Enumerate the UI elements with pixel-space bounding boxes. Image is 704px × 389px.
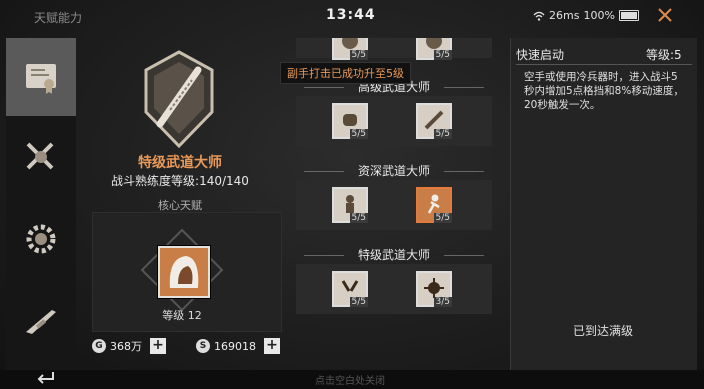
close-icon	[658, 8, 672, 22]
skill-level: 5/5	[433, 129, 452, 139]
skill-slot[interactable]: 5/5	[332, 38, 368, 60]
silver-currency: S 169018 +	[196, 336, 280, 356]
divider	[516, 64, 692, 65]
rank-emblem-icon	[144, 50, 214, 148]
fighter-icon	[346, 195, 354, 213]
back-arrow-icon	[37, 372, 54, 384]
hood-icon	[169, 256, 199, 288]
tab-weapon[interactable]	[6, 282, 76, 360]
wifi-icon	[533, 11, 545, 21]
skill-level: 5/5	[349, 50, 368, 60]
tier-row	[296, 38, 492, 58]
silver-coin-icon: S	[196, 339, 210, 353]
skill-slot[interactable]: 5/5	[416, 38, 452, 60]
gold-coin-icon: G	[92, 339, 106, 353]
skill-slot[interactable]: 5/5	[332, 103, 368, 139]
skill-description: 空手或使用冷兵器时，进入战斗5秒内增加5点格挡和8%移动速度，20秒触发一次。	[524, 71, 684, 111]
skill-level: 5/5	[349, 213, 368, 223]
skill-slot[interactable]: 5/5	[332, 271, 368, 307]
rifle-icon	[26, 310, 56, 334]
skill-slot[interactable]: 3/5	[416, 271, 452, 307]
core-talent-button[interactable]	[158, 246, 210, 298]
skill-level: 5/5	[349, 297, 368, 307]
skill-slot[interactable]: 5/5	[416, 103, 452, 139]
sprinter-icon	[427, 194, 440, 214]
spiked-mace-icon	[424, 278, 444, 298]
skill-level: 3/5	[433, 297, 452, 307]
tier-row	[296, 180, 492, 230]
network-latency: 26ms	[549, 9, 580, 22]
skill-slot-selected[interactable]: 5/5	[416, 187, 452, 223]
upgrade-toast: 副手打击已成功升至5级	[280, 62, 411, 84]
clock: 13:44	[326, 7, 376, 23]
skill-level: 5/5	[349, 129, 368, 139]
tier-row	[296, 264, 492, 314]
nunchaku-icon	[341, 280, 359, 292]
mastery-level: 战斗熟练度等级:140/140	[111, 174, 249, 188]
tab-gear[interactable]	[6, 200, 76, 278]
add-silver-button[interactable]: +	[264, 338, 280, 354]
add-gold-button[interactable]: +	[150, 338, 166, 354]
max-level-status: 已到达满级	[572, 324, 633, 338]
window-title: 天赋能力	[34, 11, 83, 25]
back-button[interactable]	[30, 369, 60, 389]
core-talent-label: 核心天赋	[158, 199, 202, 212]
gear-shield-icon	[26, 224, 56, 254]
tier-heading: 特级武道大师	[296, 246, 492, 264]
top-bar: 天赋能力 13:44 26ms 100%	[0, 0, 704, 32]
rank-name: 特级武道大师	[138, 155, 222, 171]
tier-heading: 资深武道大师	[296, 162, 492, 180]
close-button[interactable]	[654, 5, 676, 27]
skill-title: 快速启动	[516, 48, 565, 62]
fist-icon	[343, 114, 357, 126]
tier-row	[296, 96, 492, 146]
gold-currency: G 368万 +	[92, 336, 166, 356]
gold-amount: 368万	[110, 340, 142, 353]
blade-icon	[424, 110, 444, 130]
battery-icon	[618, 10, 639, 21]
status-area: 26ms 100%	[533, 9, 639, 22]
skill-slot[interactable]: 5/5	[332, 187, 368, 223]
category-tabs	[6, 38, 76, 370]
certificate-icon	[26, 64, 56, 94]
skill-level-label: 等级:5	[646, 48, 682, 62]
tab-combat[interactable]	[6, 118, 76, 196]
tab-certificate[interactable]	[6, 38, 76, 116]
battery-percent: 100%	[583, 9, 615, 22]
crossed-swords-icon	[26, 142, 54, 170]
silver-amount: 169018	[214, 339, 256, 353]
core-talent-level: 等级 12	[162, 309, 202, 322]
close-hint[interactable]: 点击空白处关闭	[200, 372, 500, 387]
skill-level: 5/5	[433, 213, 452, 223]
skill-level: 5/5	[433, 50, 452, 60]
